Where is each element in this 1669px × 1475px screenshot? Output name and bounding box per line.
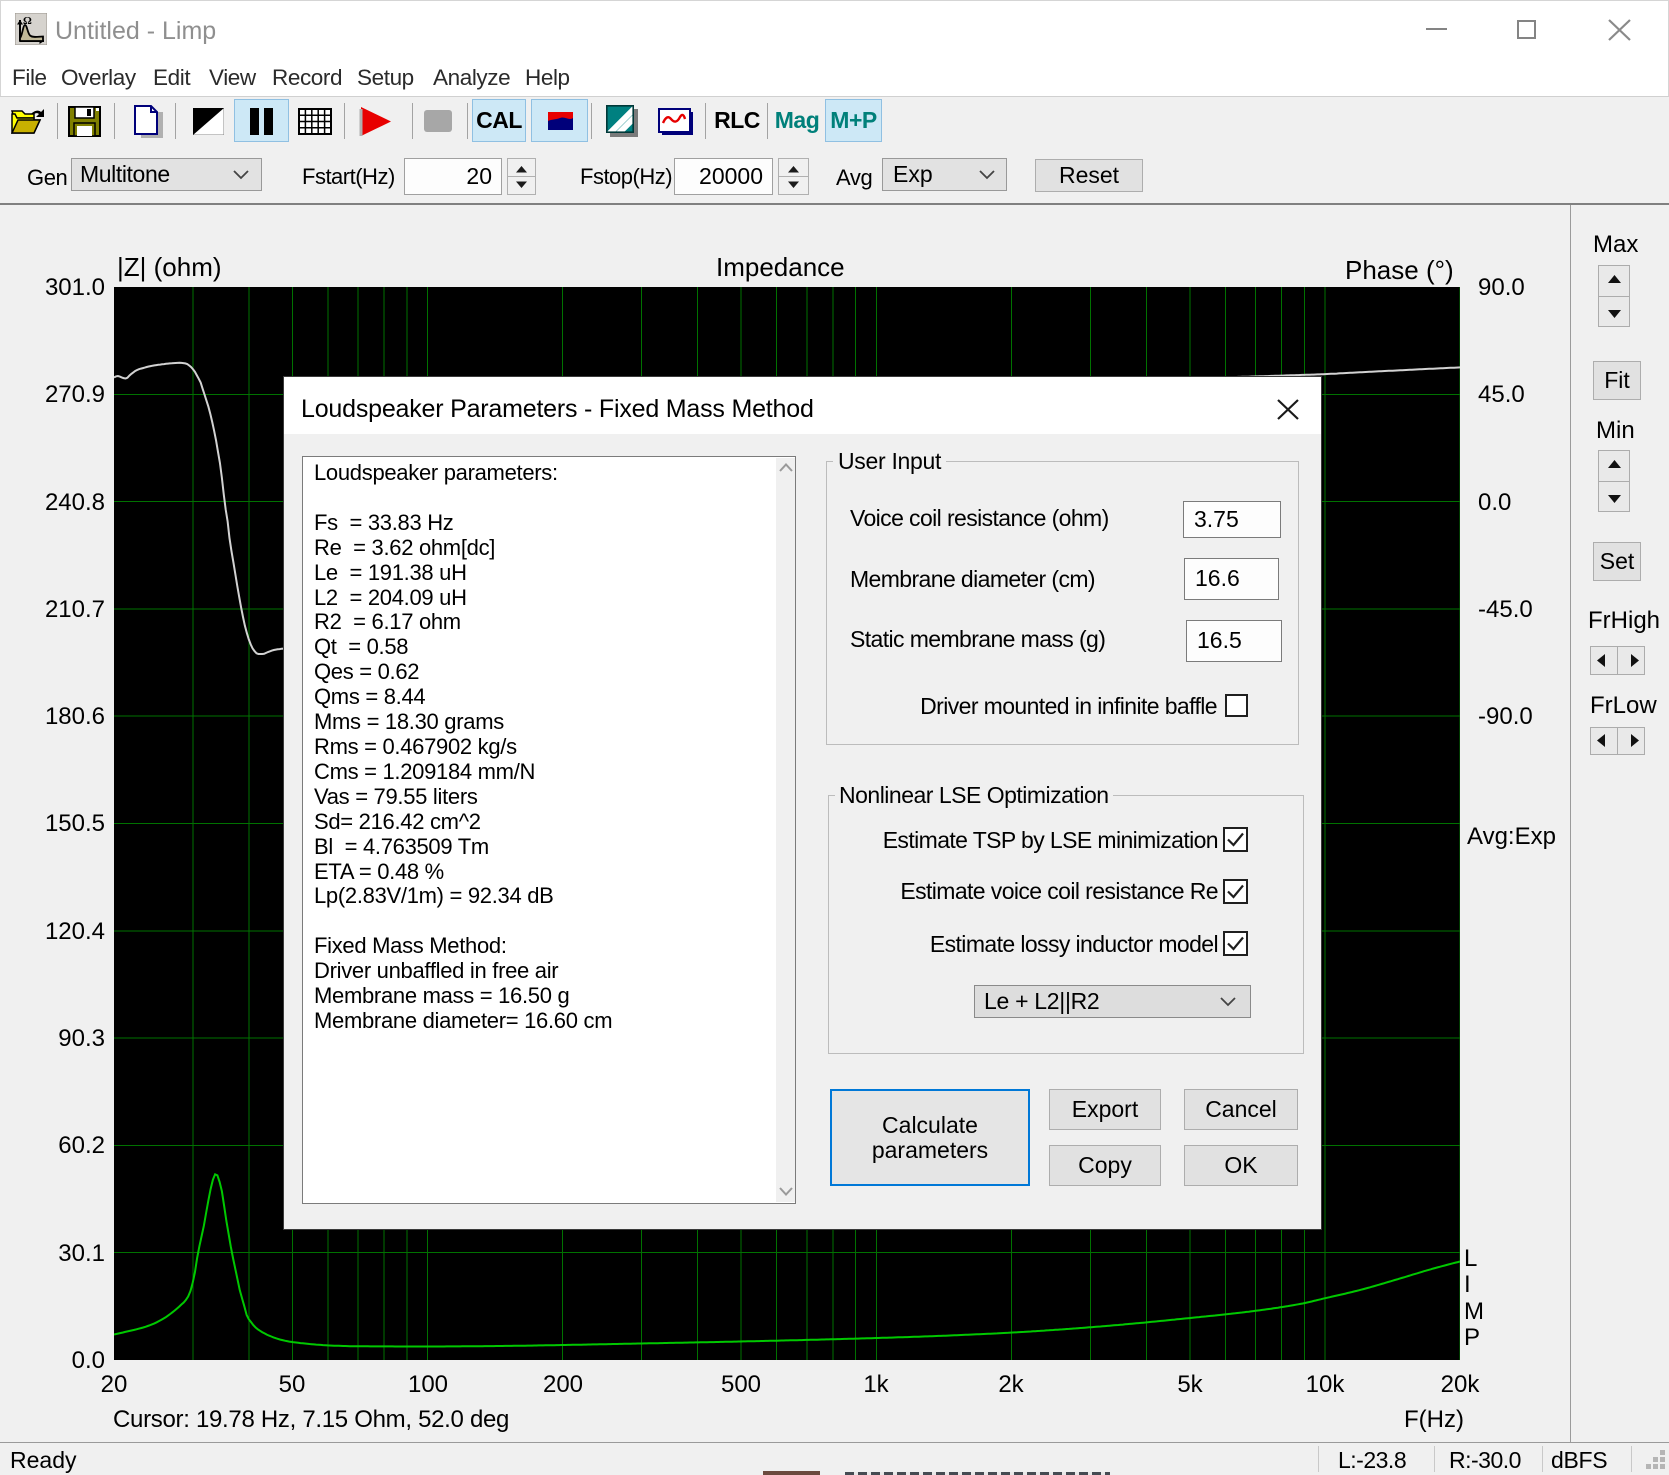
svg-text:Ω: Ω xyxy=(23,15,32,27)
